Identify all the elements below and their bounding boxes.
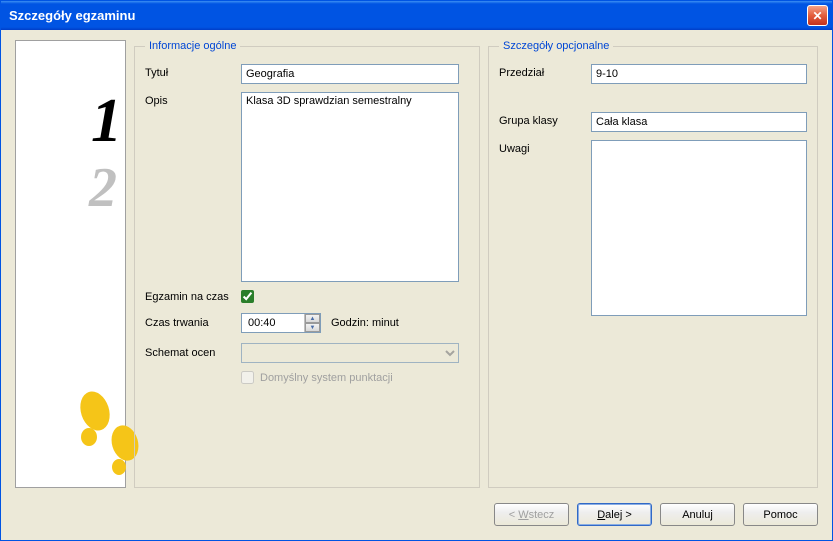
- dialog-content: 1 2 Informacje ogólne Tytuł Opis Klasa 3…: [1, 30, 832, 540]
- titlebar: Szczegóły egzaminu ✕: [1, 1, 832, 30]
- next-button[interactable]: Dalej >: [577, 503, 652, 526]
- description-textarea[interactable]: Klasa 3D sprawdzian semestralny: [241, 92, 459, 282]
- classgroup-input[interactable]: [591, 112, 807, 132]
- age-input[interactable]: [591, 64, 807, 84]
- svg-text:1: 1: [91, 87, 122, 155]
- general-info-group: Informacje ogólne Tytuł Opis Klasa 3D sp…: [134, 40, 480, 488]
- timed-checkbox[interactable]: [241, 290, 254, 303]
- window-title: Szczegóły egzaminu: [9, 8, 807, 23]
- general-legend: Informacje ogólne: [145, 40, 240, 52]
- default-scoring-label: Domyślny system punktacji: [260, 372, 393, 384]
- duration-suffix: Godzin: minut: [331, 317, 399, 329]
- description-label: Opis: [145, 92, 241, 107]
- scheme-select: [241, 343, 459, 363]
- classgroup-label: Grupa klasy: [499, 112, 591, 127]
- title-input[interactable]: [241, 64, 459, 84]
- wizard-buttons: < Wstecz Dalej > Anuluj Pomoc: [494, 503, 818, 526]
- close-icon: ✕: [812, 9, 822, 23]
- timed-label: Egzamin na czas: [145, 291, 241, 303]
- default-scoring-checkbox: [241, 371, 254, 384]
- close-button[interactable]: ✕: [807, 5, 828, 26]
- back-button: < Wstecz: [494, 503, 569, 526]
- cancel-button[interactable]: Anuluj: [660, 503, 735, 526]
- duration-label: Czas trwania: [145, 317, 241, 329]
- duration-spinner[interactable]: 00:40 ▲ ▼: [241, 313, 321, 333]
- optional-details-group: Szczegóły opcjonalne Przedział Grupa kla…: [488, 40, 818, 488]
- notes-label: Uwagi: [499, 140, 591, 155]
- svg-text:2: 2: [88, 157, 117, 219]
- help-button[interactable]: Pomoc: [743, 503, 818, 526]
- spinner-up-button[interactable]: ▲: [305, 314, 320, 323]
- duration-value: 00:40: [248, 317, 304, 329]
- optional-legend: Szczegóły opcjonalne: [499, 40, 613, 52]
- scheme-label: Schemat ocen: [145, 347, 241, 359]
- age-label: Przedział: [499, 64, 591, 79]
- spinner-down-button[interactable]: ▼: [305, 323, 320, 332]
- notes-textarea[interactable]: [591, 140, 807, 316]
- title-label: Tytuł: [145, 64, 241, 79]
- wizard-sidebar: 1 2: [15, 40, 126, 488]
